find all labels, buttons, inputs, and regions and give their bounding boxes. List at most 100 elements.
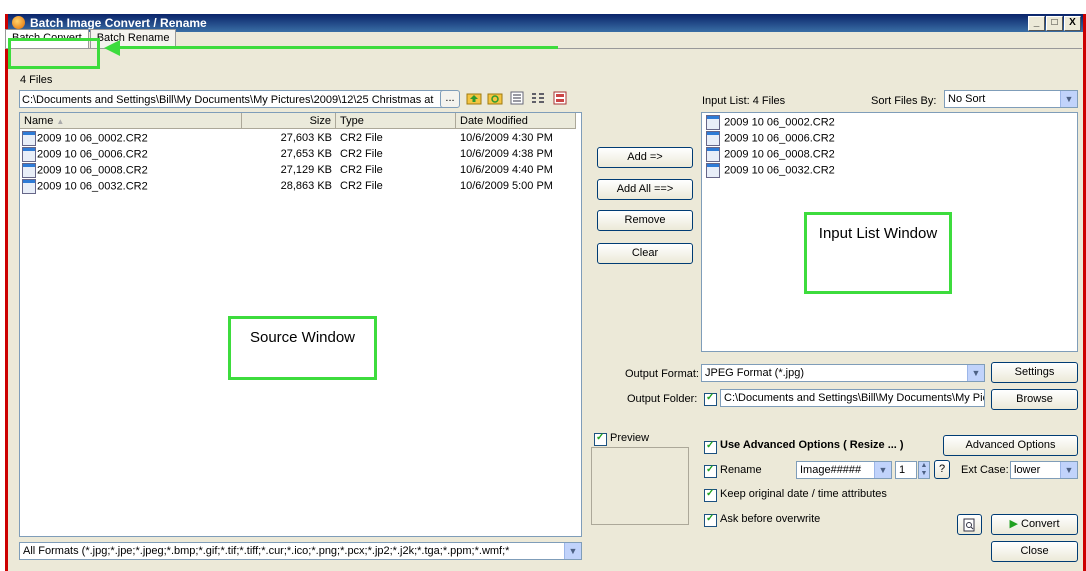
input-list-item[interactable]: 2009 10 06_0032.CR2 <box>706 163 835 178</box>
source-window-annotation: Source Window <box>228 316 377 380</box>
batch-convert-highlight <box>8 38 100 69</box>
input-list-item[interactable]: 2009 10 06_0006.CR2 <box>706 131 835 146</box>
remove-button[interactable]: Remove <box>597 210 693 231</box>
file-date-cell: 10/6/2009 4:30 PM <box>460 132 553 144</box>
details-view-icon[interactable] <box>509 90 525 106</box>
source-path-field[interactable]: C:\Documents and Settings\Bill\My Docume… <box>19 90 456 108</box>
cr2-file-icon <box>22 179 36 194</box>
preview-checkbox[interactable] <box>594 432 607 446</box>
rename-pattern-select[interactable]: Image##### ▼ <box>796 461 892 479</box>
column-name-label: Name <box>24 115 54 127</box>
file-date-cell: 10/6/2009 5:00 PM <box>460 180 553 192</box>
column-header-size[interactable]: Size <box>242 113 336 129</box>
file-type-cell: CR2 File <box>340 180 383 192</box>
rename-pattern-value: Image##### <box>800 464 862 476</box>
play-icon: ▶ <box>1009 518 1018 530</box>
close-window-button[interactable]: X <box>1064 16 1081 31</box>
cr2-file-icon <box>706 115 720 130</box>
ask-overwrite-checkbox[interactable] <box>704 513 717 527</box>
file-row[interactable]: 2009 10 06_0002.CR2 27,603 KB CR2 File 1… <box>20 131 580 146</box>
keep-dates-checkbox[interactable] <box>704 488 717 502</box>
input-list-header: Input List: 4 Files <box>702 95 786 107</box>
column-header-name[interactable]: Name ▲ <box>20 113 242 129</box>
sort-files-label: Sort Files By: <box>871 95 937 107</box>
cr2-file-icon <box>22 163 36 178</box>
window-title: Batch Image Convert / Rename <box>30 16 207 30</box>
cr2-file-icon <box>22 147 36 162</box>
chevron-down-icon: ▼ <box>874 462 891 478</box>
close-button[interactable]: Close <box>991 541 1078 562</box>
browse-source-button[interactable]: ... <box>440 90 460 108</box>
cr2-file-icon <box>706 147 720 162</box>
file-date-cell: 10/6/2009 4:40 PM <box>460 164 553 176</box>
cr2-file-icon <box>22 131 36 146</box>
output-format-value: JPEG Format (*.jpg) <box>705 367 805 379</box>
file-row[interactable]: 2009 10 06_0032.CR2 28,863 KB CR2 File 1… <box>20 179 580 194</box>
file-size-cell: 27,603 KB <box>280 132 332 144</box>
convert-button[interactable]: ▶ Convert <box>991 514 1078 535</box>
app-icon <box>12 16 25 29</box>
preview-label: Preview <box>610 432 650 444</box>
keep-dates-label: Keep original date / time attributes <box>720 488 887 500</box>
file-size-cell: 27,653 KB <box>280 148 332 160</box>
document-search-icon <box>963 518 975 532</box>
file-row[interactable]: 2009 10 06_0006.CR2 27,653 KB CR2 File 1… <box>20 147 580 162</box>
column-header-date[interactable]: Date Modified <box>456 113 576 129</box>
file-count-label: 4 Files <box>20 74 53 86</box>
add-all-button[interactable]: Add All ==> <box>597 179 693 200</box>
rename-label: Rename <box>720 464 762 476</box>
list-view-icon[interactable] <box>530 90 546 106</box>
file-name-cell: 2009 10 06_0002.CR2 <box>22 131 148 146</box>
chevron-down-icon: ▼ <box>967 365 984 381</box>
output-format-label: Output Format: <box>625 368 699 380</box>
file-name-cell: 2009 10 06_0006.CR2 <box>22 147 148 162</box>
clear-button[interactable]: Clear <box>597 243 693 264</box>
output-folder-checkbox[interactable] <box>704 392 717 406</box>
file-row[interactable]: 2009 10 06_0008.CR2 27,129 KB CR2 File 1… <box>20 163 580 178</box>
preview-pane <box>591 447 689 525</box>
ext-case-label: Ext Case: <box>961 464 1009 476</box>
output-folder-field[interactable]: C:\Documents and Settings\Bill\My Docume… <box>720 389 985 407</box>
annotation-arrow <box>118 46 558 49</box>
preview-document-button[interactable] <box>957 514 982 535</box>
file-name-cell: 2009 10 06_0008.CR2 <box>22 163 148 178</box>
advanced-options-button[interactable]: Advanced Options <box>943 435 1078 456</box>
cr2-file-icon <box>706 163 720 178</box>
ext-case-value: lower <box>1014 464 1041 476</box>
maximize-button[interactable]: □ <box>1046 16 1063 31</box>
file-size-cell: 27,129 KB <box>280 164 332 176</box>
use-advanced-checkbox[interactable] <box>704 440 717 454</box>
file-filter-select[interactable]: All Formats (*.jpg;*.jpe;*.jpeg;*.bmp;*.… <box>19 542 582 560</box>
refresh-folder-icon[interactable] <box>487 90 503 106</box>
use-advanced-label: Use Advanced Options ( Resize ... ) <box>720 439 904 451</box>
column-header-type[interactable]: Type <box>336 113 456 129</box>
file-name-cell: 2009 10 06_0032.CR2 <box>22 179 148 194</box>
thumbnail-view-icon[interactable] <box>552 90 568 106</box>
rename-checkbox[interactable] <box>704 464 717 478</box>
rename-start-stepper[interactable]: ▲ ▼ <box>918 461 930 479</box>
rename-start-field[interactable]: 1 <box>895 461 917 479</box>
file-date-cell: 10/6/2009 4:38 PM <box>460 148 553 160</box>
sort-files-select[interactable]: No Sort ▼ <box>944 90 1078 108</box>
cr2-file-icon <box>706 131 720 146</box>
sort-ascending-icon: ▲ <box>56 117 65 126</box>
input-list-item[interactable]: 2009 10 06_0002.CR2 <box>706 115 835 130</box>
arrow-head-icon <box>104 40 120 56</box>
file-type-cell: CR2 File <box>340 132 383 144</box>
ask-overwrite-label: Ask before overwrite <box>720 513 821 525</box>
browse-output-button[interactable]: Browse <box>991 389 1078 410</box>
file-type-cell: CR2 File <box>340 148 383 160</box>
output-format-select[interactable]: JPEG Format (*.jpg) ▼ <box>701 364 985 382</box>
convert-label: Convert <box>1021 518 1060 530</box>
minimize-button[interactable]: _ <box>1028 16 1045 31</box>
sort-files-value: No Sort <box>948 93 986 105</box>
file-filter-value: All Formats (*.jpg;*.jpe;*.jpeg;*.bmp;*.… <box>23 545 510 557</box>
up-folder-icon[interactable] <box>466 90 482 106</box>
ext-case-select[interactable]: lower ▼ <box>1010 461 1078 479</box>
settings-button[interactable]: Settings <box>991 362 1078 383</box>
add-button[interactable]: Add => <box>597 147 693 168</box>
chevron-down-icon: ▼ <box>564 543 581 559</box>
file-size-cell: 28,863 KB <box>280 180 332 192</box>
input-list-item[interactable]: 2009 10 06_0008.CR2 <box>706 147 835 162</box>
help-button[interactable]: ? <box>934 460 950 479</box>
